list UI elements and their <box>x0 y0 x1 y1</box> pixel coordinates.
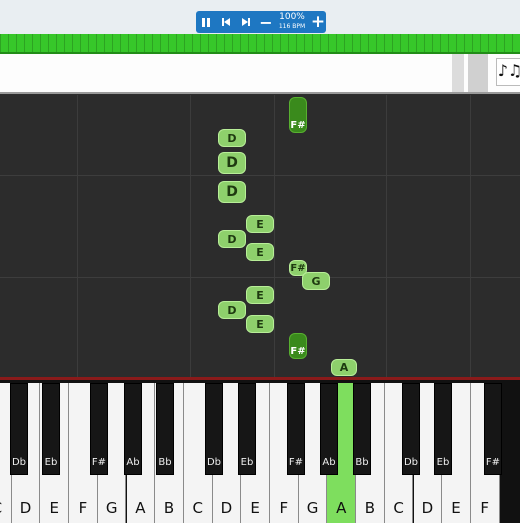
grid-line <box>77 95 78 377</box>
sheet-music-icon[interactable]: ♪♫ <box>496 58 520 86</box>
falling-note: D <box>218 152 246 174</box>
grid-line <box>190 95 191 377</box>
black-key[interactable]: F# <box>484 383 502 475</box>
skip-back-button[interactable] <box>216 11 236 33</box>
grid-line <box>386 95 387 377</box>
measure-line <box>0 277 520 278</box>
falling-note: E <box>246 286 274 304</box>
song-progress-bar[interactable] <box>0 34 520 54</box>
speed-percent: 100% <box>279 12 305 22</box>
sheet-music-strip: ♪♫ <box>0 54 520 94</box>
falling-note: A <box>331 359 357 376</box>
sheet-scroll-handle[interactable] <box>468 54 488 92</box>
speed-increase-button[interactable]: + <box>308 11 328 33</box>
black-key[interactable]: Eb <box>434 383 452 475</box>
falling-note: F# <box>289 97 307 133</box>
black-key[interactable]: Bb <box>156 383 174 475</box>
bpm-label: 116 BPM <box>278 23 306 30</box>
skip-forward-icon <box>242 18 250 26</box>
sheet-divider <box>452 54 464 92</box>
falling-note: D <box>218 301 246 319</box>
black-key[interactable]: F# <box>287 383 305 475</box>
pause-icon <box>202 17 210 27</box>
black-key[interactable]: Eb <box>42 383 60 475</box>
falling-note: E <box>246 243 274 261</box>
falling-note: E <box>246 215 274 233</box>
skip-forward-button[interactable] <box>236 11 256 33</box>
playback-controls: − 100% 116 BPM + <box>196 11 326 33</box>
black-key[interactable]: Eb <box>238 383 256 475</box>
falling-note: D <box>218 181 246 203</box>
falling-note: E <box>246 315 274 333</box>
playback-toolbar: − 100% 116 BPM + <box>0 0 520 34</box>
black-key[interactable]: Db <box>10 383 28 475</box>
black-key[interactable]: Bb <box>353 383 371 475</box>
grid-line <box>470 95 471 377</box>
speed-readout: 100% 116 BPM <box>272 13 312 31</box>
falling-note: G <box>302 272 330 290</box>
measure-line <box>0 175 520 176</box>
black-key[interactable]: Db <box>402 383 420 475</box>
black-key[interactable]: Ab <box>320 383 338 475</box>
falling-notes-area: F# D D D E D E F# G E D E F# A <box>0 95 520 377</box>
black-key[interactable]: Ab <box>124 383 142 475</box>
piano-keyboard: CDEFGABCDEFGABCDEFDbEbF#AbBbDbEbF#AbBbDb… <box>0 377 520 523</box>
falling-note: D <box>218 129 246 147</box>
falling-note: D <box>218 230 246 248</box>
black-key[interactable]: Db <box>205 383 223 475</box>
black-key[interactable]: F# <box>90 383 108 475</box>
grid-line <box>274 95 275 377</box>
pause-button[interactable] <box>196 11 216 33</box>
skip-back-icon <box>222 18 230 26</box>
falling-note: F# <box>289 333 307 359</box>
